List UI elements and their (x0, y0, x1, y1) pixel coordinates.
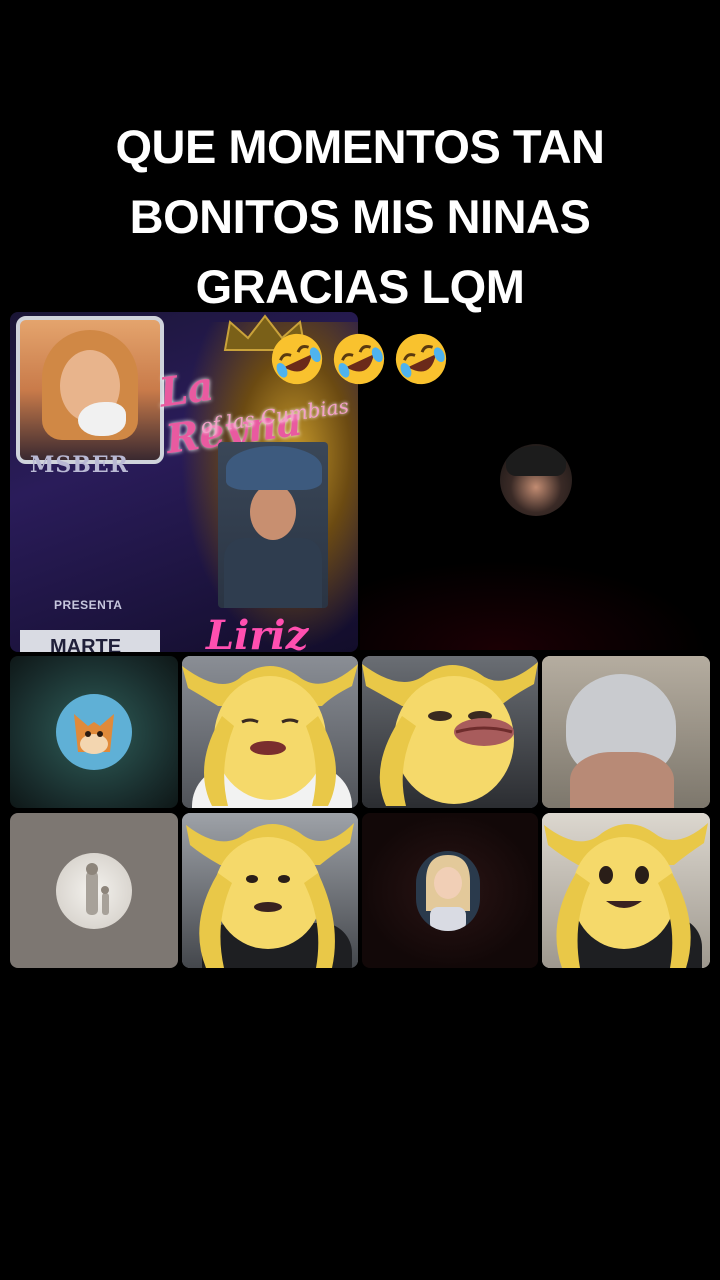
cohost-background (360, 560, 710, 650)
banana-filter-tile-1[interactable] (182, 656, 358, 808)
caption-line-2: BONITOS MIS NINAS (129, 190, 591, 243)
walking-avatar-tile[interactable] (10, 813, 178, 968)
cowgirl-photo (218, 442, 328, 608)
banana-face-filter-icon (186, 823, 354, 968)
banana-face-filter-icon (182, 664, 358, 806)
laughing-emoji-icon (271, 333, 323, 385)
laughing-emoji-icon (333, 333, 385, 385)
banana-face-filter-icon (544, 823, 708, 968)
poster-name: Liriz (206, 612, 309, 652)
banana-filter-tile-3[interactable] (182, 813, 358, 968)
doll-avatar-icon (416, 851, 480, 931)
cowboy-hat-icon (506, 446, 566, 476)
walking-figures-icon (56, 853, 132, 929)
doll-avatar-tile[interactable] (362, 813, 538, 968)
banana-filter-tile-2[interactable] (362, 656, 538, 808)
banana-face-filter-icon (362, 662, 538, 806)
face (570, 752, 674, 808)
cowboy-hat-icon (226, 446, 322, 490)
poster-presenta: PRESENTA (54, 598, 123, 612)
banana-filter-tile-4[interactable] (542, 813, 710, 968)
cohost-avatar[interactable] (500, 444, 572, 516)
dove-icon (78, 402, 126, 436)
host-photo (16, 316, 164, 464)
poster-day: MARTE (20, 630, 160, 652)
caption-line-1: QUE MOMENTOS TAN (115, 120, 606, 173)
laughing-emoji-icon (395, 333, 447, 385)
video-caption: QUE MOMENTOS TAN BONITOS MIS NINAS GRACI… (40, 112, 680, 322)
fox-icon (56, 694, 132, 770)
fox-avatar-tile[interactable] (10, 656, 178, 808)
towel-video-tile[interactable] (542, 656, 710, 808)
poster-logo: MSBER (30, 452, 129, 478)
caption-emojis (268, 330, 454, 388)
caption-line-3: GRACIAS LQM (195, 260, 525, 313)
